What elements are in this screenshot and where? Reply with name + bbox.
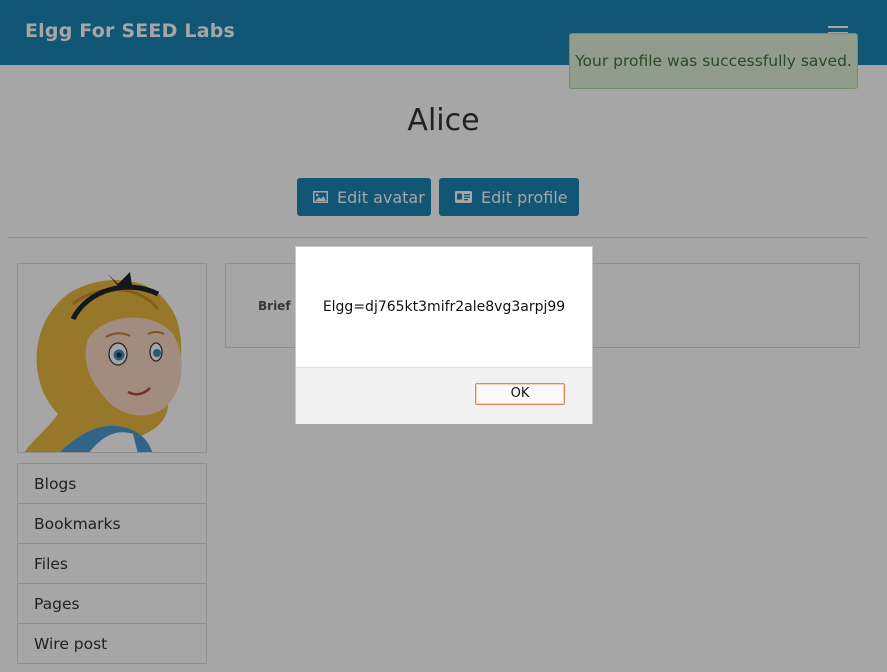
alert-dialog: Elgg=dj765kt3mifr2ale8vg3arpj99 OK: [296, 247, 592, 424]
alert-message: Elgg=dj765kt3mifr2ale8vg3arpj99: [322, 299, 566, 315]
ok-button[interactable]: OK: [475, 383, 565, 405]
alert-footer: OK: [296, 367, 592, 424]
